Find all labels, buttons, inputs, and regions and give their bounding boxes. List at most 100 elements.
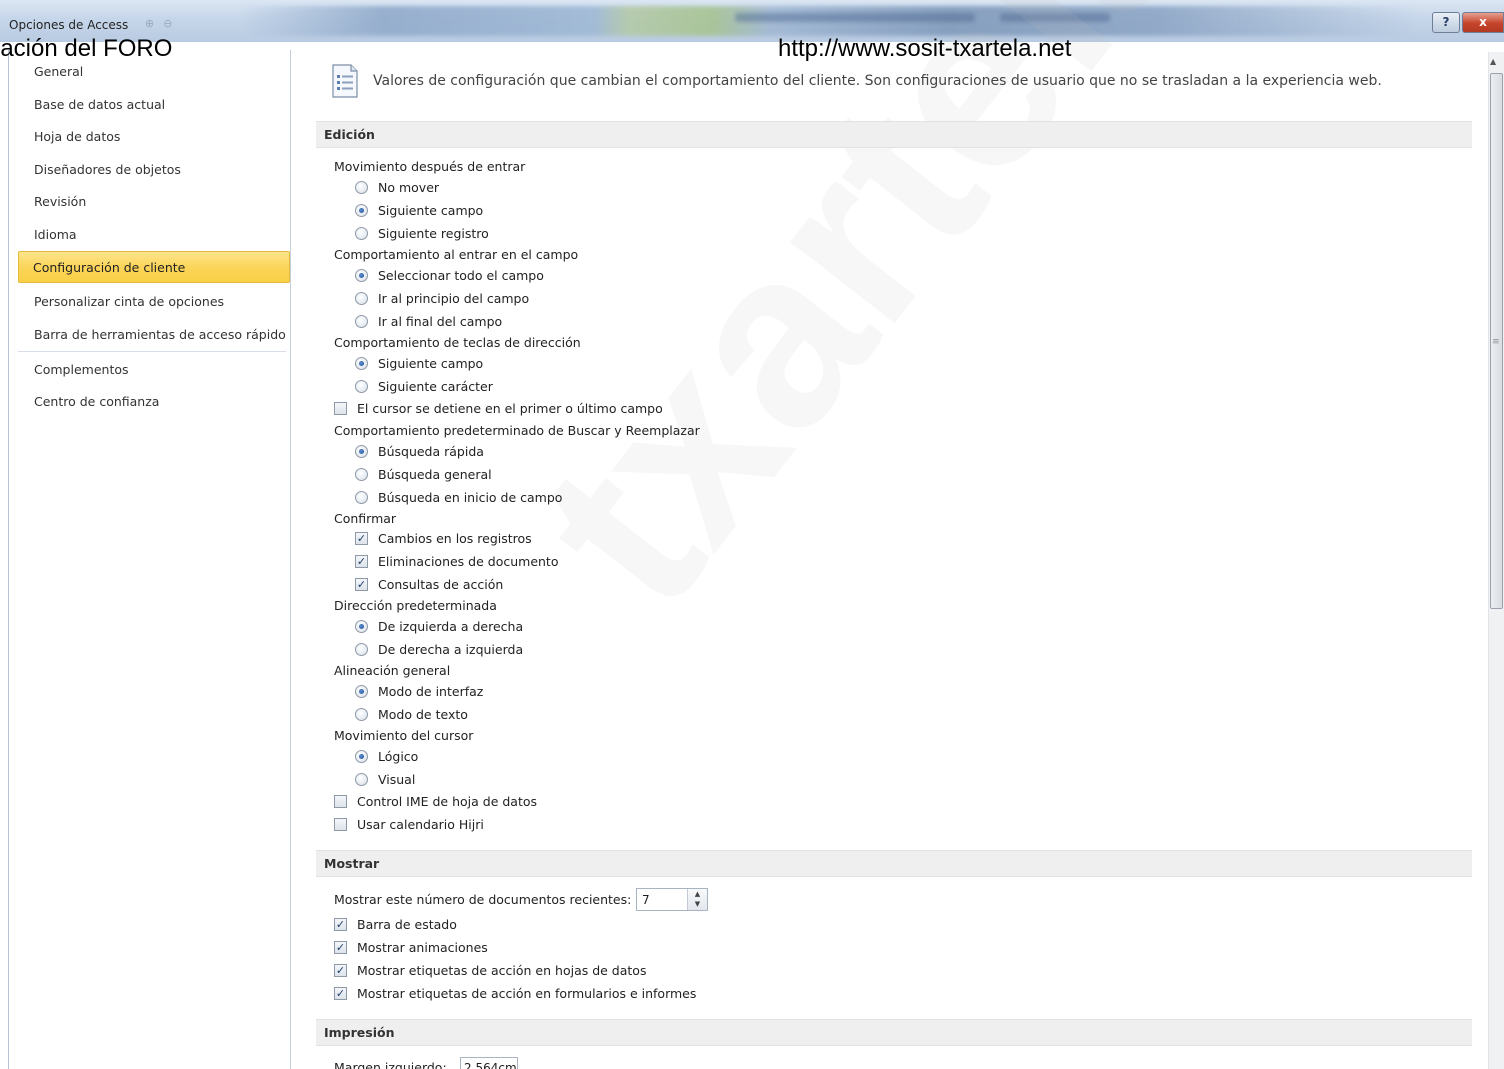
nav-item-revision[interactable]: Revisión	[34, 192, 86, 212]
checkbox-mostrar-animaciones[interactable]: ✓ Mostrar animaciones	[334, 940, 488, 955]
checkbox-label: Barra de estado	[357, 917, 457, 932]
checkbox-cambios-registros[interactable]: ✓ Cambios en los registros	[355, 531, 532, 546]
radio-derecha-izquierda[interactable]: De derecha a izquierda	[355, 642, 523, 657]
radio-button[interactable]	[355, 227, 368, 240]
radio-button[interactable]	[355, 269, 368, 282]
radio-label: Modo de interfaz	[378, 684, 484, 699]
nav-item-barra-acceso-rapido[interactable]: Barra de herramientas de acceso rápido	[34, 325, 286, 345]
checkbox[interactable]: ✓	[334, 941, 347, 954]
radio-label: Siguiente campo	[378, 356, 484, 371]
radio-siguiente-campo[interactable]: Siguiente campo	[355, 203, 483, 218]
radio-flecha-siguiente-campo[interactable]: Siguiente campo	[355, 356, 483, 371]
recent-documents-spinner[interactable]: 7 ▲ ▼	[636, 888, 708, 911]
margin-left-input[interactable]: 2,564cm	[460, 1057, 518, 1069]
group-label-alineacion: Alineación general	[334, 663, 451, 678]
radio-busqueda-rapida[interactable]: Búsqueda rápida	[355, 444, 484, 459]
radio-modo-interfaz[interactable]: Modo de interfaz	[355, 684, 483, 699]
radio-label: De izquierda a derecha	[378, 619, 524, 634]
checkbox-label: Cambios en los registros	[378, 531, 532, 546]
radio-button[interactable]	[355, 292, 368, 305]
checkbox[interactable]: ✓	[355, 578, 368, 591]
radio-button[interactable]	[355, 468, 368, 481]
checkbox-label: Eliminaciones de documento	[378, 554, 559, 569]
title-bar	[0, 0, 1504, 42]
radio-label: Siguiente carácter	[378, 379, 493, 394]
help-button[interactable]: ?	[1432, 12, 1460, 33]
checkbox-eliminaciones-documento[interactable]: ✓ Eliminaciones de documento	[355, 554, 558, 569]
radio-button[interactable]	[355, 315, 368, 328]
radio-label: Búsqueda rápida	[378, 444, 484, 459]
radio-button[interactable]	[355, 685, 368, 698]
radio-siguiente-registro[interactable]: Siguiente registro	[355, 226, 489, 241]
checkbox[interactable]: ✓	[355, 532, 368, 545]
radio-visual[interactable]: Visual	[355, 772, 415, 787]
radio-siguiente-caracter[interactable]: Siguiente carácter	[355, 379, 493, 394]
checkbox[interactable]: ✓	[355, 555, 368, 568]
nav-item-idioma[interactable]: Idioma	[34, 225, 77, 245]
checkbox-control-ime[interactable]: Control IME de hoja de datos	[334, 794, 537, 809]
checkbox-etiquetas-formularios[interactable]: ✓ Mostrar etiquetas de acción en formular…	[334, 986, 696, 1001]
blurred-app-title	[735, 13, 975, 22]
radio-no-mover[interactable]: No mover	[355, 180, 439, 195]
radio-button[interactable]	[355, 750, 368, 763]
nav-item-configuracion-cliente[interactable]: Configuración de cliente	[18, 251, 290, 283]
forum-url-text: http://www.sosit-txartela.net	[778, 35, 1072, 62]
radio-modo-texto[interactable]: Modo de texto	[355, 707, 468, 722]
checkbox[interactable]: ✓	[334, 918, 347, 931]
section-header-impresion: Impresión	[316, 1019, 1472, 1046]
checkbox[interactable]	[334, 818, 347, 831]
recent-documents-value[interactable]: 7	[642, 893, 650, 907]
radio-button[interactable]	[355, 708, 368, 721]
nav-item-hoja-datos[interactable]: Hoja de datos	[34, 127, 120, 147]
scroll-up-icon[interactable]: ▲	[1490, 57, 1496, 66]
nav-item-base-datos-actual[interactable]: Base de datos actual	[34, 95, 165, 115]
radio-busqueda-general[interactable]: Búsqueda general	[355, 467, 492, 482]
radio-label: Búsqueda general	[378, 467, 492, 482]
nav-item-general[interactable]: General	[34, 62, 83, 82]
radio-button[interactable]	[355, 491, 368, 504]
radio-button[interactable]	[355, 620, 368, 633]
radio-label: Siguiente campo	[378, 203, 484, 218]
nav-separator	[18, 351, 286, 352]
radio-label: De derecha a izquierda	[378, 642, 524, 657]
checkbox-label: El cursor se detiene en el primer o últi…	[357, 401, 663, 416]
nav-item-complementos[interactable]: Complementos	[34, 360, 129, 380]
settings-list-icon	[332, 64, 358, 98]
radio-button[interactable]	[355, 773, 368, 786]
radio-button[interactable]	[355, 643, 368, 656]
radio-label: Seleccionar todo el campo	[378, 268, 544, 283]
blurred-app-name	[1000, 13, 1110, 22]
recent-documents-label: Mostrar este número de documentos recien…	[334, 892, 632, 907]
group-label-direccion: Dirección predeterminada	[334, 598, 497, 613]
radio-button[interactable]	[355, 445, 368, 458]
spinner-buttons[interactable]: ▲ ▼	[687, 889, 707, 910]
close-button[interactable]: x	[1462, 12, 1504, 33]
checkbox[interactable]: ✓	[334, 987, 347, 1000]
nav-item-personalizar-cinta[interactable]: Personalizar cinta de opciones	[34, 292, 224, 312]
radio-izquierda-derecha[interactable]: De izquierda a derecha	[355, 619, 523, 634]
checkbox-label: Control IME de hoja de datos	[357, 794, 538, 809]
radio-ir-final[interactable]: Ir al final del campo	[355, 314, 502, 329]
checkbox-cursor-detiene[interactable]: El cursor se detiene en el primer o últi…	[334, 401, 663, 416]
radio-ir-principio[interactable]: Ir al principio del campo	[355, 291, 529, 306]
radio-logico[interactable]: Lógico	[355, 749, 418, 764]
nav-item-disenadores-objetos[interactable]: Diseñadores de objetos	[34, 160, 181, 180]
checkbox[interactable]: ✓	[334, 964, 347, 977]
radio-busqueda-inicio[interactable]: Búsqueda en inicio de campo	[355, 490, 562, 505]
spin-down-icon[interactable]: ▼	[688, 899, 707, 909]
checkbox[interactable]	[334, 402, 347, 415]
checkbox-consultas-accion[interactable]: ✓ Consultas de acción	[355, 577, 503, 592]
checkbox-label: Mostrar etiquetas de acción en hojas de …	[357, 963, 647, 978]
radio-button[interactable]	[355, 181, 368, 194]
scrollbar-grip-icon: ≡	[1492, 337, 1500, 347]
checkbox-calendario-hijri[interactable]: Usar calendario Hijri	[334, 817, 484, 832]
radio-button[interactable]	[355, 357, 368, 370]
nav-item-centro-confianza[interactable]: Centro de confianza	[34, 392, 159, 412]
checkbox-barra-estado[interactable]: ✓ Barra de estado	[334, 917, 457, 932]
checkbox[interactable]	[334, 795, 347, 808]
radio-button[interactable]	[355, 380, 368, 393]
radio-button[interactable]	[355, 204, 368, 217]
spin-up-icon[interactable]: ▲	[688, 889, 707, 899]
checkbox-etiquetas-hojas[interactable]: ✓ Mostrar etiquetas de acción en hojas de…	[334, 963, 646, 978]
radio-seleccionar-todo[interactable]: Seleccionar todo el campo	[355, 268, 544, 283]
